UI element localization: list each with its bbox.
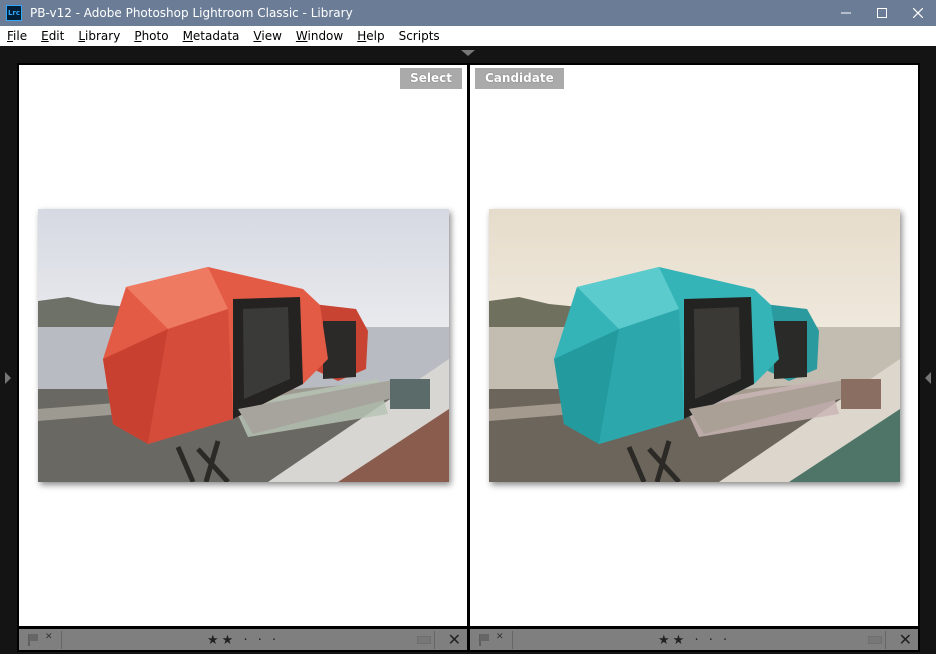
color-label-swatch[interactable]: [868, 636, 882, 644]
candidate-photo-image: [489, 209, 900, 482]
divider: [434, 631, 435, 649]
menu-library[interactable]: Library: [71, 26, 127, 46]
menu-edit[interactable]: Edit: [34, 26, 71, 46]
menu-scripts[interactable]: Scripts: [392, 26, 447, 46]
flag-icon[interactable]: [478, 633, 492, 647]
menu-window[interactable]: Window: [289, 26, 350, 46]
close-icon[interactable]: ✕: [448, 630, 461, 649]
divider: [61, 631, 62, 649]
reject-flag-icon[interactable]: ✕: [496, 632, 506, 642]
compare-view: Select Candidate ✕ ★★ · · · ✕ ✕ ★★ · · ·…: [0, 46, 936, 654]
top-panel-toggle-icon[interactable]: [461, 50, 475, 56]
close-icon: [913, 8, 923, 18]
title-bar: Lrc PB-v12 - Adobe Photoshop Lightroom C…: [0, 0, 936, 26]
candidate-pane[interactable]: Candidate: [468, 63, 920, 628]
close-window-button[interactable]: [900, 0, 936, 26]
right-panel-toggle-icon[interactable]: [925, 372, 931, 384]
menu-file[interactable]: File: [0, 26, 34, 46]
close-icon[interactable]: ✕: [899, 630, 912, 649]
divider: [885, 631, 886, 649]
left-panel-toggle-icon[interactable]: [5, 372, 11, 384]
reject-flag-icon[interactable]: ✕: [45, 632, 55, 642]
maximize-button[interactable]: [864, 0, 900, 26]
menu-view[interactable]: View: [246, 26, 288, 46]
menu-bar: File Edit Library Photo Metadata View Wi…: [0, 26, 936, 46]
flag-icon[interactable]: [27, 633, 41, 647]
menu-metadata[interactable]: Metadata: [176, 26, 247, 46]
menu-photo[interactable]: Photo: [127, 26, 175, 46]
star-rating[interactable]: ★★ · · ·: [207, 633, 279, 648]
select-pane[interactable]: Select: [17, 63, 469, 628]
maximize-icon: [877, 8, 887, 18]
candidate-photo[interactable]: [489, 209, 900, 482]
menu-help[interactable]: Help: [350, 26, 391, 46]
lightroom-app-icon[interactable]: Lrc: [6, 5, 22, 21]
select-label: Select: [400, 68, 462, 89]
select-photo[interactable]: [38, 209, 449, 482]
select-photo-image: [38, 209, 449, 482]
star-rating[interactable]: ★★ · · ·: [658, 633, 730, 648]
minimize-button[interactable]: [828, 0, 864, 26]
window-title: PB-v12 - Adobe Photoshop Lightroom Class…: [30, 6, 353, 20]
color-label-swatch[interactable]: [417, 636, 431, 644]
divider: [512, 631, 513, 649]
select-footer: ✕ ★★ · · · ✕: [17, 627, 469, 652]
minimize-icon: [841, 12, 851, 14]
candidate-footer: ✕ ★★ · · · ✕: [468, 627, 920, 652]
candidate-label: Candidate: [475, 68, 564, 89]
window-controls: [828, 0, 936, 26]
